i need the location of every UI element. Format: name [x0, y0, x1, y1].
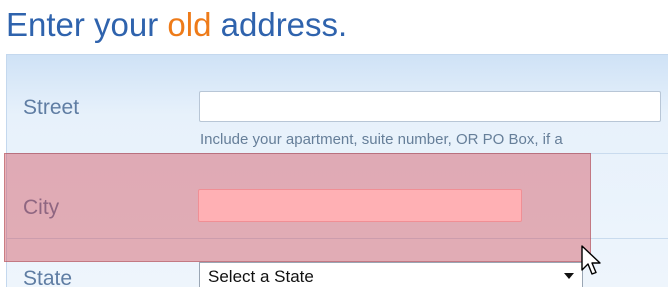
arrow-cursor-icon: [581, 245, 601, 275]
street-hint: Include your apartment, suite number, OR…: [200, 131, 563, 148]
state-select[interactable]: Select a State: [199, 262, 583, 287]
heading-text-start: Enter your: [6, 6, 168, 43]
street-label: Street: [23, 96, 80, 119]
street-input[interactable]: [199, 91, 661, 122]
city-input[interactable]: [198, 189, 522, 222]
heading-text-end: address.: [211, 6, 348, 43]
page-heading: Enter your old address.: [6, 0, 347, 50]
state-label: State: [23, 267, 73, 287]
dropdown-caret-icon: [564, 273, 574, 279]
state-select-value: Select a State: [208, 267, 314, 286]
heading-accent-word: old: [167, 6, 212, 43]
